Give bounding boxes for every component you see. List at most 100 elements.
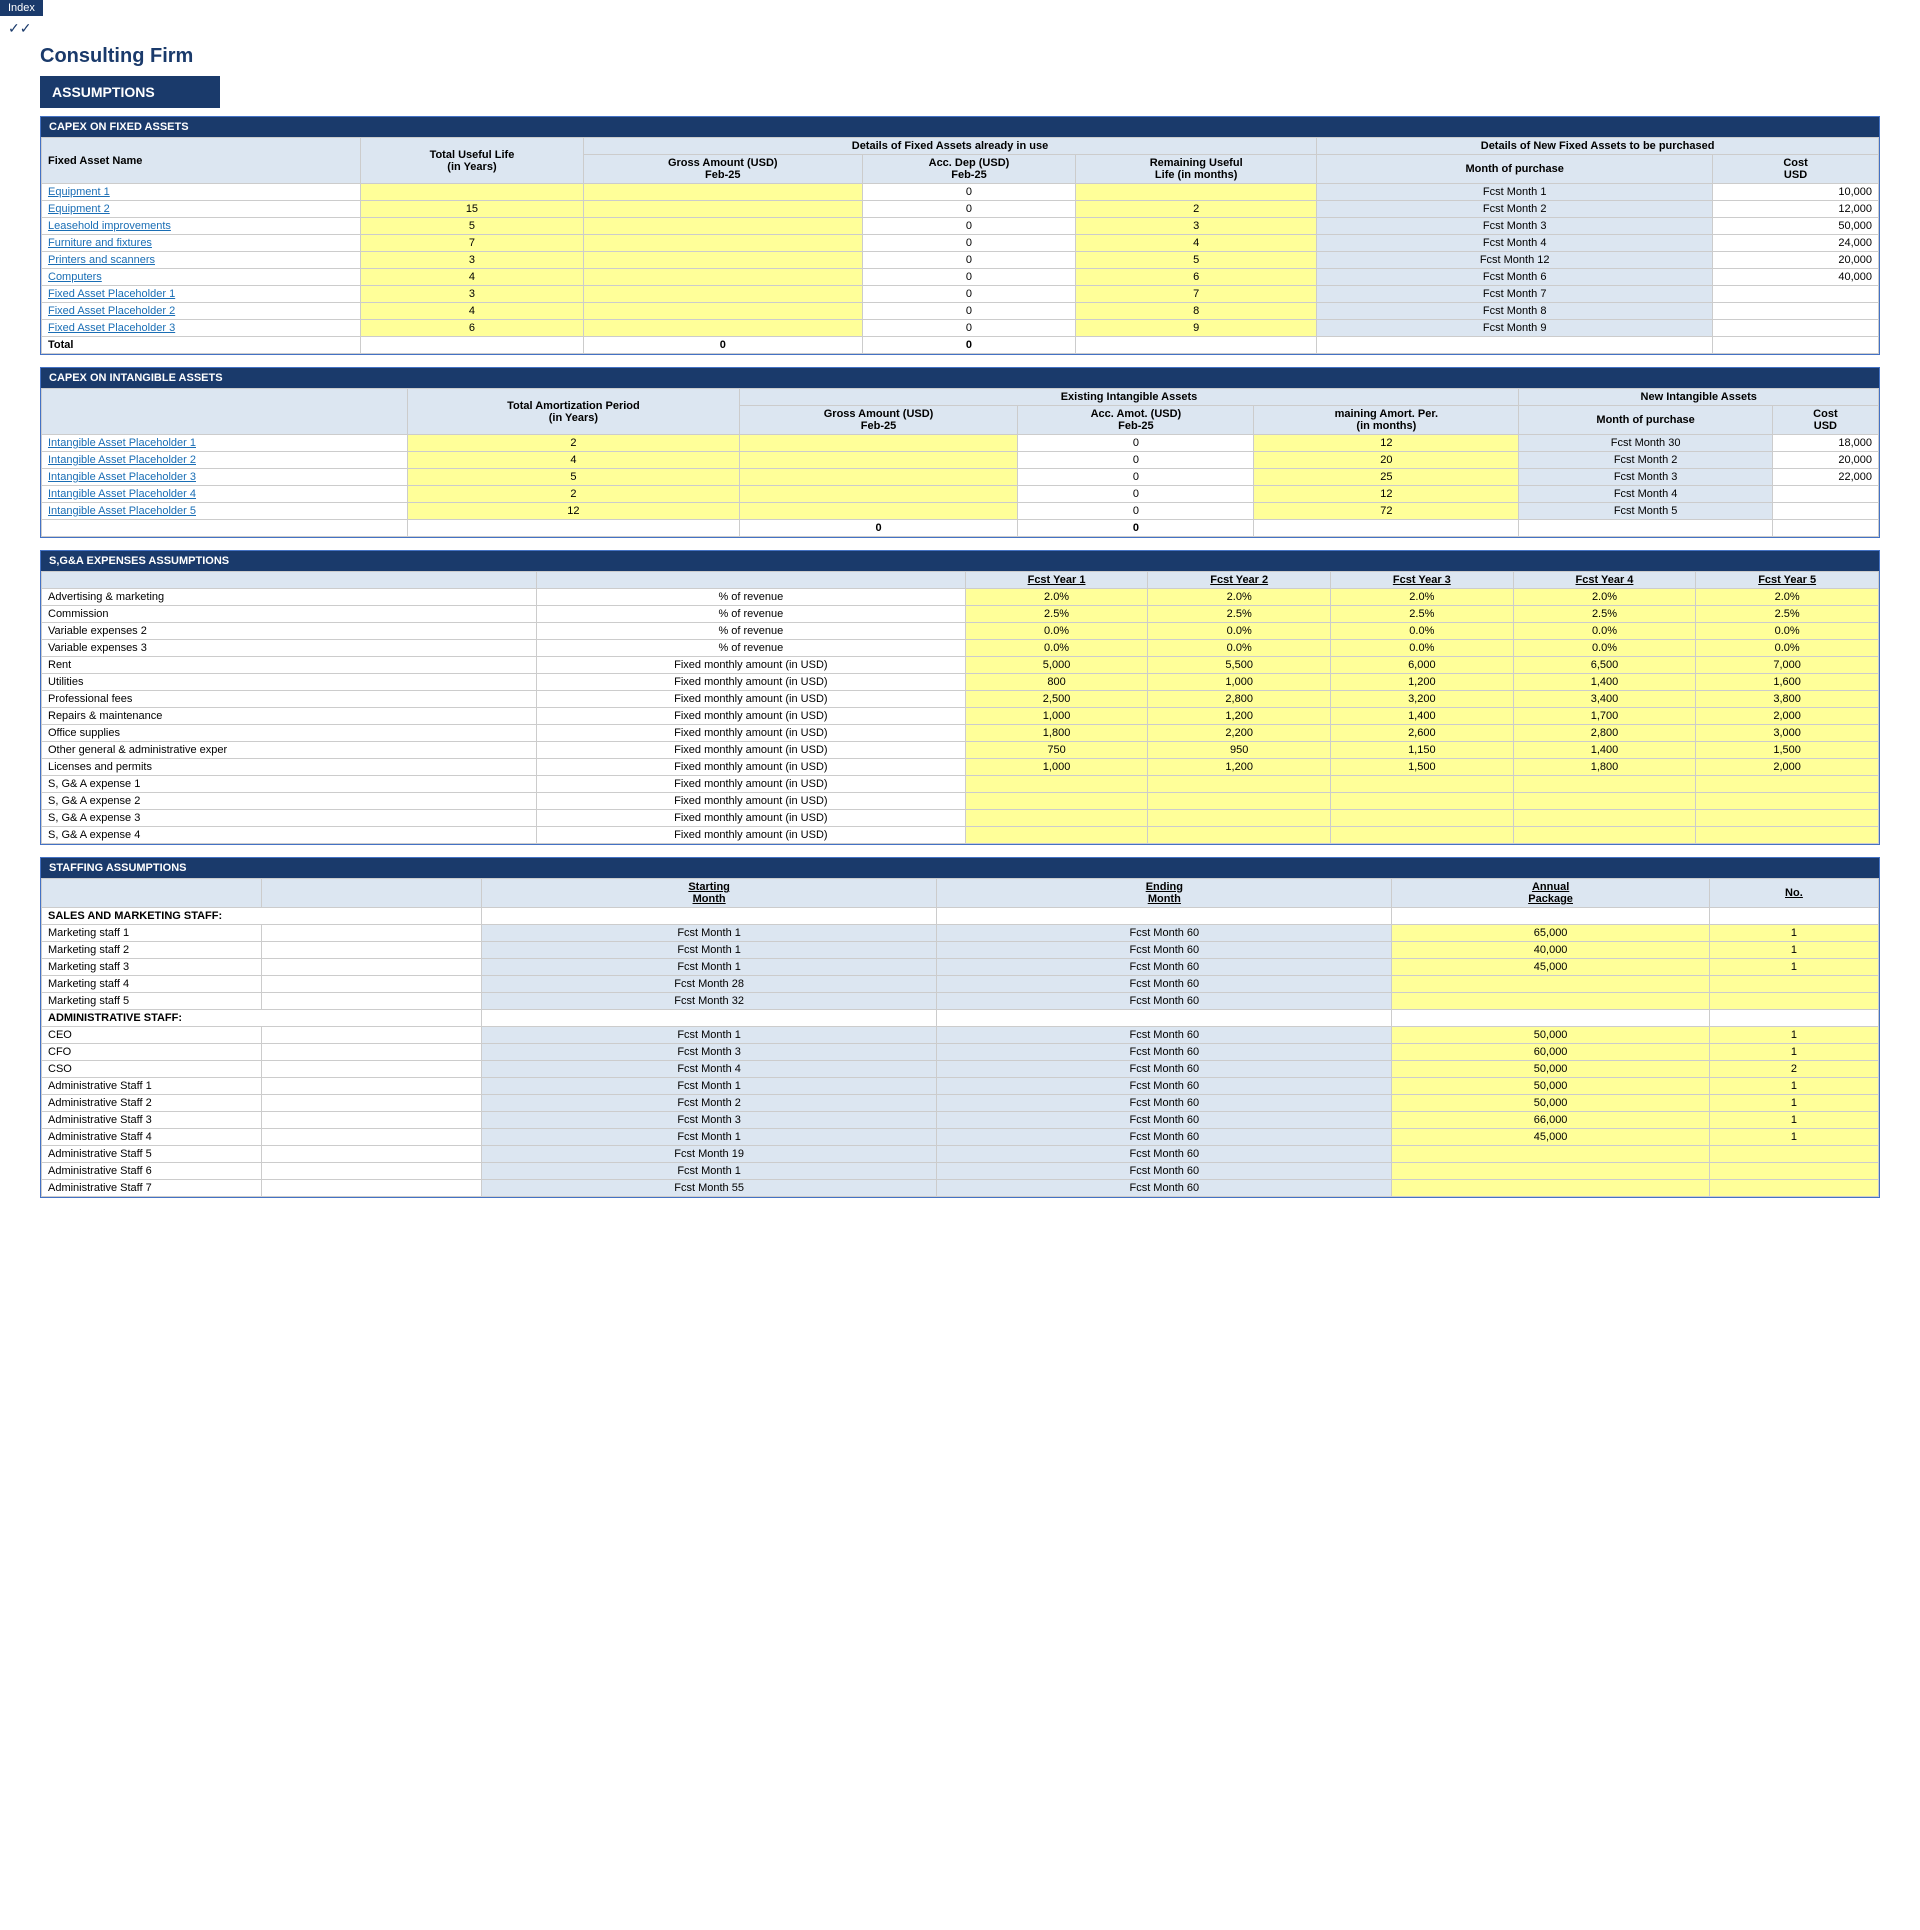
sga-y4[interactable]: 6,500	[1513, 657, 1696, 674]
fixed-remaining[interactable]	[1076, 184, 1317, 201]
sga-y5[interactable]: 0.0%	[1696, 623, 1879, 640]
sga-y3[interactable]	[1331, 827, 1514, 844]
sga-y5[interactable]: 3,800	[1696, 691, 1879, 708]
sga-y4[interactable]: 1,400	[1513, 742, 1696, 759]
admin-no[interactable]	[1709, 1163, 1878, 1180]
sga-y1[interactable]: 0.0%	[965, 623, 1148, 640]
sga-y5[interactable]: 2,000	[1696, 708, 1879, 725]
fixed-gross[interactable]	[583, 235, 862, 252]
sga-y5[interactable]: 0.0%	[1696, 640, 1879, 657]
intangible-asset-name[interactable]: Intangible Asset Placeholder 3	[42, 469, 408, 486]
sales-annual[interactable]	[1392, 976, 1709, 993]
intangible-remaining[interactable]: 20	[1254, 452, 1519, 469]
sga-y3[interactable]	[1331, 810, 1514, 827]
fixed-gross[interactable]	[583, 286, 862, 303]
sga-y1[interactable]: 5,000	[965, 657, 1148, 674]
sga-y2[interactable]: 1,200	[1148, 708, 1331, 725]
intangible-period[interactable]: 5	[408, 469, 739, 486]
sga-y1[interactable]: 1,000	[965, 759, 1148, 776]
sga-y4[interactable]	[1513, 827, 1696, 844]
sga-y4[interactable]	[1513, 793, 1696, 810]
sga-y2[interactable]	[1148, 793, 1331, 810]
intangible-period[interactable]: 12	[408, 503, 739, 520]
sga-y4[interactable]: 1,800	[1513, 759, 1696, 776]
intangible-asset-name[interactable]: Intangible Asset Placeholder 5	[42, 503, 408, 520]
fixed-useful-life[interactable]: 4	[361, 303, 584, 320]
sga-y4[interactable]: 0.0%	[1513, 623, 1696, 640]
admin-no[interactable]: 1	[1709, 1095, 1878, 1112]
intangible-remaining[interactable]: 72	[1254, 503, 1519, 520]
sga-y1[interactable]	[965, 776, 1148, 793]
sga-y1[interactable]: 2.5%	[965, 606, 1148, 623]
sga-y4[interactable]: 3,400	[1513, 691, 1696, 708]
sga-y3[interactable]	[1331, 793, 1514, 810]
fixed-gross[interactable]	[583, 218, 862, 235]
sga-y5[interactable]: 7,000	[1696, 657, 1879, 674]
fixed-remaining[interactable]: 6	[1076, 269, 1317, 286]
fixed-useful-life[interactable]: 5	[361, 218, 584, 235]
fixed-asset-name[interactable]: Fixed Asset Placeholder 2	[42, 303, 361, 320]
fixed-asset-name[interactable]: Fixed Asset Placeholder 1	[42, 286, 361, 303]
fixed-asset-name[interactable]: Leasehold improvements	[42, 218, 361, 235]
fixed-useful-life[interactable]: 15	[361, 201, 584, 218]
admin-annual[interactable]: 50,000	[1392, 1078, 1709, 1095]
intangible-gross[interactable]	[739, 486, 1018, 503]
intangible-gross[interactable]	[739, 503, 1018, 520]
fixed-asset-name[interactable]: Furniture and fixtures	[42, 235, 361, 252]
fixed-gross[interactable]	[583, 252, 862, 269]
sga-y2[interactable]	[1148, 810, 1331, 827]
sga-y1[interactable]: 750	[965, 742, 1148, 759]
sga-y1[interactable]	[965, 827, 1148, 844]
sga-y2[interactable]	[1148, 827, 1331, 844]
sga-y5[interactable]: 2.0%	[1696, 589, 1879, 606]
intangible-period[interactable]: 4	[408, 452, 739, 469]
intangible-remaining[interactable]: 12	[1254, 435, 1519, 452]
fixed-asset-name[interactable]: Computers	[42, 269, 361, 286]
intangible-remaining[interactable]: 25	[1254, 469, 1519, 486]
sga-y5[interactable]: 2,000	[1696, 759, 1879, 776]
admin-no[interactable]	[1709, 1180, 1878, 1197]
fixed-asset-name[interactable]: Fixed Asset Placeholder 3	[42, 320, 361, 337]
sga-y2[interactable]	[1148, 776, 1331, 793]
sga-y4[interactable]: 2,800	[1513, 725, 1696, 742]
sga-y3[interactable]: 2.5%	[1331, 606, 1514, 623]
sga-y3[interactable]: 2,600	[1331, 725, 1514, 742]
sga-y1[interactable]: 1,000	[965, 708, 1148, 725]
sga-y4[interactable]: 1,700	[1513, 708, 1696, 725]
fixed-remaining[interactable]: 5	[1076, 252, 1317, 269]
fixed-asset-name[interactable]: Equipment 1	[42, 184, 361, 201]
sales-annual[interactable]: 40,000	[1392, 942, 1709, 959]
fixed-remaining[interactable]: 9	[1076, 320, 1317, 337]
sga-y3[interactable]: 2.0%	[1331, 589, 1514, 606]
fixed-asset-name[interactable]: Equipment 2	[42, 201, 361, 218]
fixed-remaining[interactable]: 3	[1076, 218, 1317, 235]
sga-y1[interactable]	[965, 793, 1148, 810]
admin-no[interactable]: 1	[1709, 1044, 1878, 1061]
sga-y4[interactable]: 2.5%	[1513, 606, 1696, 623]
sga-y2[interactable]: 2,200	[1148, 725, 1331, 742]
intangible-asset-name[interactable]: Intangible Asset Placeholder 1	[42, 435, 408, 452]
sga-y2[interactable]: 5,500	[1148, 657, 1331, 674]
sales-annual[interactable]: 45,000	[1392, 959, 1709, 976]
admin-no[interactable]: 1	[1709, 1027, 1878, 1044]
fixed-asset-name[interactable]: Printers and scanners	[42, 252, 361, 269]
sga-y5[interactable]: 1,500	[1696, 742, 1879, 759]
sga-y2[interactable]: 2,800	[1148, 691, 1331, 708]
sales-annual[interactable]	[1392, 993, 1709, 1010]
fixed-useful-life[interactable]: 4	[361, 269, 584, 286]
sga-y1[interactable]	[965, 810, 1148, 827]
sga-y2[interactable]: 0.0%	[1148, 640, 1331, 657]
sga-y2[interactable]: 0.0%	[1148, 623, 1331, 640]
sales-no[interactable]: 1	[1709, 942, 1878, 959]
intangible-gross[interactable]	[739, 452, 1018, 469]
intangible-asset-name[interactable]: Intangible Asset Placeholder 4	[42, 486, 408, 503]
fixed-remaining[interactable]: 2	[1076, 201, 1317, 218]
sga-y3[interactable]: 1,500	[1331, 759, 1514, 776]
admin-annual[interactable]: 50,000	[1392, 1095, 1709, 1112]
intangible-remaining[interactable]: 12	[1254, 486, 1519, 503]
intangible-period[interactable]: 2	[408, 435, 739, 452]
admin-no[interactable]	[1709, 1146, 1878, 1163]
admin-annual[interactable]	[1392, 1163, 1709, 1180]
fixed-useful-life[interactable]: 6	[361, 320, 584, 337]
sga-y2[interactable]: 2.0%	[1148, 589, 1331, 606]
